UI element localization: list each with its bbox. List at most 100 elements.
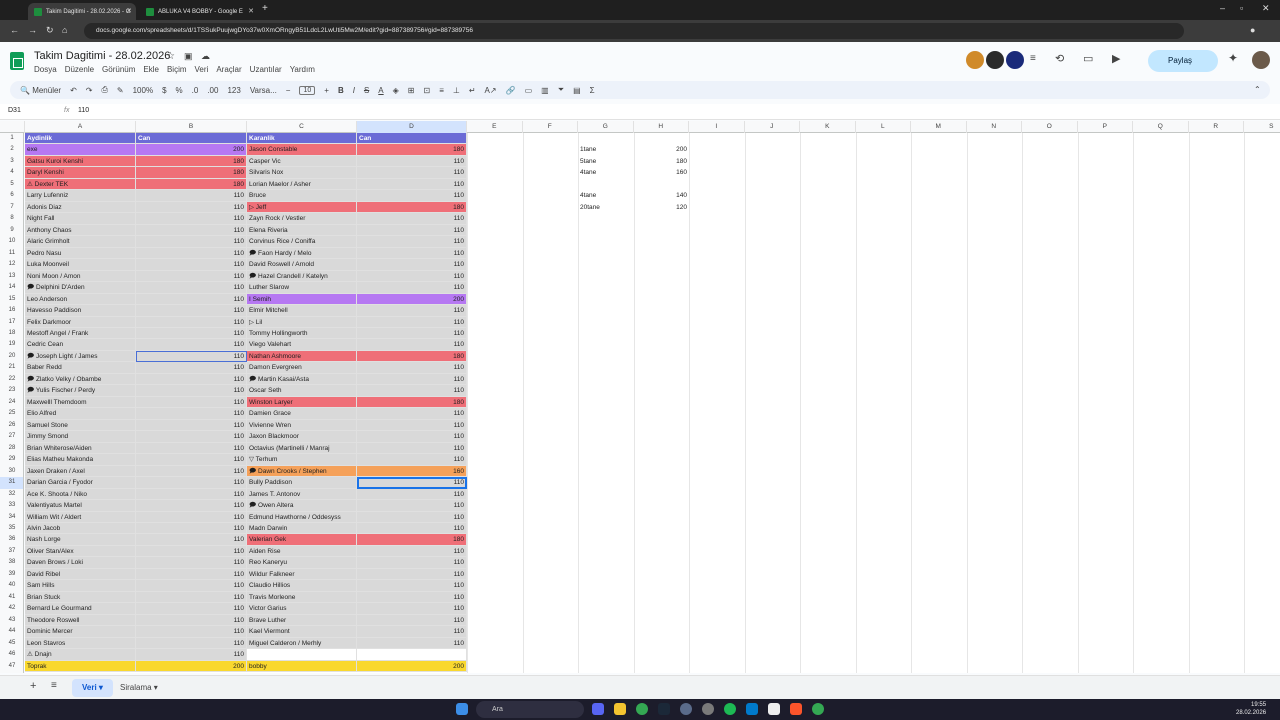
cell[interactable]: Winston Laryer: [247, 396, 357, 409]
cell[interactable]: Karanlik: [247, 133, 357, 145]
cell[interactable]: Elias Matheu Makonda: [25, 454, 136, 466]
cell[interactable]: 110: [136, 201, 247, 214]
column-header-k[interactable]: K: [800, 121, 856, 133]
sheet-tab-siralama[interactable]: Siralama ▾: [110, 679, 168, 697]
formula-input[interactable]: 110: [78, 107, 89, 114]
cell[interactable]: 110: [136, 545, 247, 558]
column-header-p[interactable]: P: [1078, 121, 1133, 133]
collaborator-avatar[interactable]: [966, 51, 984, 69]
number-format-button[interactable]: 123: [227, 86, 240, 95]
cell[interactable]: 110: [136, 408, 247, 420]
cell[interactable]: Bruce: [247, 190, 357, 202]
italic-icon[interactable]: I: [353, 86, 355, 95]
row-header[interactable]: 39: [0, 569, 23, 580]
minimize-icon[interactable]: –: [1220, 3, 1225, 13]
cell[interactable]: Pedro Nasu: [25, 247, 136, 260]
cell[interactable]: 110: [357, 488, 467, 501]
row-header[interactable]: 31: [0, 477, 23, 489]
cell[interactable]: 110: [136, 385, 247, 397]
cell[interactable]: 🗩 Delphini D'Arden: [25, 282, 136, 294]
close-icon[interactable]: ✕: [126, 7, 132, 15]
text-rotate-icon[interactable]: A↗: [485, 86, 497, 95]
summary-label[interactable]: 4tane: [580, 167, 596, 178]
move-folder-icon[interactable]: ▣: [184, 51, 193, 62]
cell[interactable]: 110: [357, 213, 467, 225]
summary-value[interactable]: 120: [635, 202, 687, 213]
menu-extensions[interactable]: Uzantılar: [250, 65, 282, 74]
row-header[interactable]: 11: [0, 248, 23, 259]
cell[interactable]: Mestoff Angel / Frank: [25, 327, 136, 340]
row-header[interactable]: 3: [0, 156, 23, 167]
brave-icon[interactable]: [790, 703, 802, 715]
cell[interactable]: 110: [357, 454, 467, 466]
cell[interactable]: 110: [357, 408, 467, 420]
cell[interactable]: 110: [136, 454, 247, 466]
row-header[interactable]: 44: [0, 626, 23, 637]
cell[interactable]: 160: [357, 465, 467, 478]
cell[interactable]: 110: [357, 419, 467, 432]
row-header[interactable]: 43: [0, 615, 23, 626]
cell[interactable]: 110: [136, 305, 247, 317]
window-close-icon[interactable]: ✕: [1262, 3, 1270, 14]
align-icon[interactable]: ≡: [439, 86, 444, 95]
row-header[interactable]: 23: [0, 385, 23, 396]
fill-color-icon[interactable]: ◈: [393, 86, 399, 95]
cell[interactable]: Toprak: [25, 660, 136, 673]
row-header[interactable]: 10: [0, 236, 23, 247]
column-header-i[interactable]: I: [689, 121, 745, 133]
cell[interactable]: 🗩 Zlatko Velky / Obambe: [25, 373, 136, 386]
column-header-e[interactable]: E: [467, 121, 523, 133]
activity-icon[interactable]: ≡: [1030, 53, 1036, 64]
summary-label[interactable]: 20tane: [580, 202, 600, 213]
collapse-toolbar-icon[interactable]: ⌃: [1254, 85, 1261, 94]
vscode-icon[interactable]: [746, 703, 758, 715]
row-header[interactable]: 42: [0, 603, 23, 614]
summary-value[interactable]: 180: [635, 156, 687, 167]
text-color-icon[interactable]: A: [378, 86, 383, 95]
undo-icon[interactable]: ↶: [70, 86, 77, 95]
cell[interactable]: 110: [136, 649, 247, 661]
cell[interactable]: 110: [136, 224, 247, 237]
percent-button[interactable]: %: [176, 86, 183, 95]
strikethrough-icon[interactable]: S: [364, 86, 369, 95]
maximize-icon[interactable]: ▫: [1240, 3, 1243, 13]
cell[interactable]: 110: [136, 614, 247, 627]
cell[interactable]: Brian Stuck: [25, 591, 136, 604]
font-size-increase-icon[interactable]: +: [324, 86, 329, 95]
cell[interactable]: 110: [136, 373, 247, 386]
insert-comment-icon[interactable]: ▭: [525, 86, 533, 95]
steam-icon[interactable]: [658, 703, 670, 715]
cell[interactable]: 110: [136, 603, 247, 615]
row-header[interactable]: 17: [0, 317, 23, 328]
cell[interactable]: ⚠ Dexter TEK: [25, 178, 136, 191]
menu-help[interactable]: Yardım: [290, 65, 315, 74]
cell[interactable]: 110: [357, 339, 467, 351]
cell[interactable]: 110: [136, 213, 247, 225]
cell[interactable]: 180: [357, 350, 467, 363]
row-header[interactable]: 47: [0, 661, 23, 672]
summary-label[interactable]: 5tane: [580, 156, 596, 167]
cell[interactable]: 200: [136, 660, 247, 673]
cell[interactable]: 110: [357, 190, 467, 202]
row-header[interactable]: 37: [0, 546, 23, 557]
row-header[interactable]: 7: [0, 202, 23, 213]
cell[interactable]: Jaxen Draken / Axel: [25, 465, 136, 478]
cell[interactable]: Samuel Stone: [25, 419, 136, 432]
cell[interactable]: Can: [136, 133, 247, 145]
cell[interactable]: 🗩 Faon Hardy / Melo: [247, 247, 357, 260]
cell[interactable]: Gatsu Kuroi Kenshi: [25, 155, 136, 168]
cell[interactable]: 110: [357, 259, 467, 271]
new-tab-icon[interactable]: +: [262, 3, 268, 14]
borders-icon[interactable]: ⊞: [408, 86, 415, 95]
cell[interactable]: Jason Constable: [247, 144, 357, 156]
summary-label[interactable]: 4tane: [580, 190, 596, 201]
cell[interactable]: Havesso Paddison: [25, 305, 136, 317]
cell[interactable]: Victor Garius: [247, 603, 357, 615]
row-header[interactable]: 33: [0, 500, 23, 511]
column-header-b[interactable]: B: [136, 121, 247, 133]
cell[interactable]: Cedric Cean: [25, 339, 136, 351]
row-header[interactable]: 41: [0, 592, 23, 603]
row-header[interactable]: 8: [0, 213, 23, 224]
cell[interactable]: 110: [357, 178, 467, 191]
cell[interactable]: 110: [357, 614, 467, 627]
